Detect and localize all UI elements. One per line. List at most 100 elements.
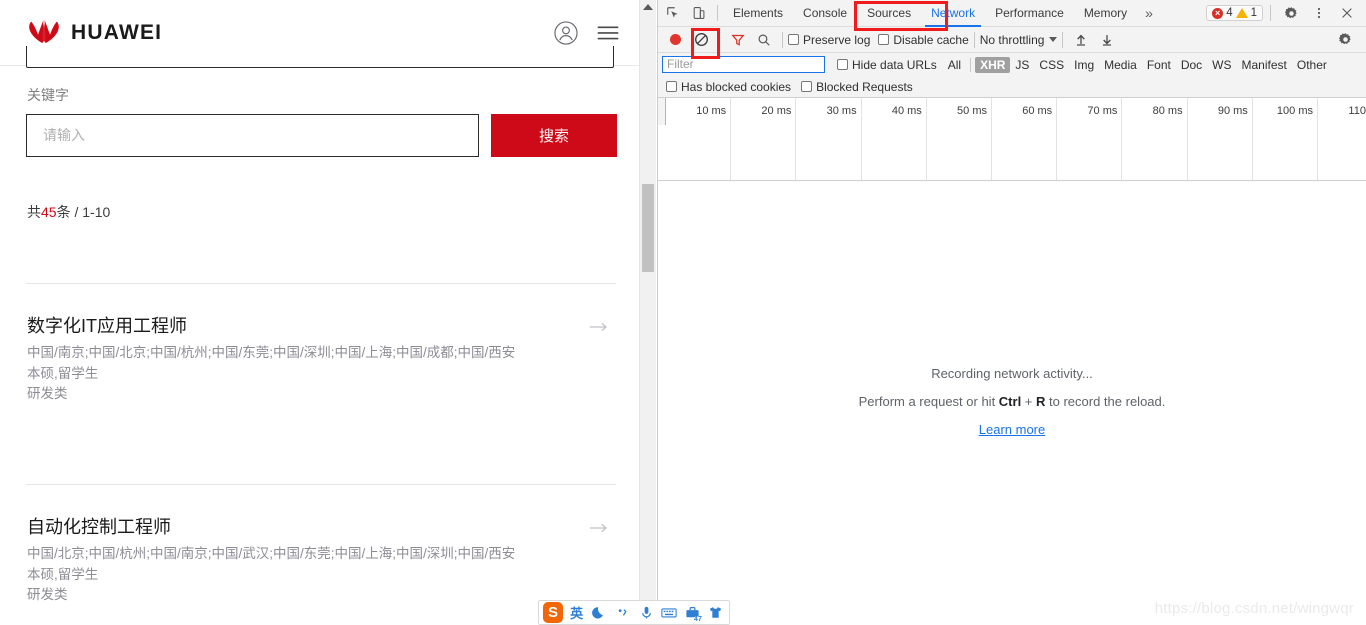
page-scrollbar[interactable] (639, 0, 656, 625)
job-title: 数字化IT应用工程师 (27, 316, 187, 336)
timeline-gridline (1186, 98, 1188, 180)
kebab-menu-icon[interactable] (1306, 1, 1332, 26)
timeline-left-handle[interactable] (658, 98, 666, 125)
filter-type-all[interactable]: All (943, 57, 966, 73)
error-icon: × (1212, 7, 1224, 19)
checkbox-box (666, 81, 677, 92)
throttling-dropdown[interactable]: No throttling (980, 33, 1058, 47)
disable-cache-checkbox[interactable]: Disable cache (878, 32, 969, 47)
inspect-element-icon[interactable] (660, 1, 686, 26)
filter-input[interactable]: Filter (662, 56, 825, 73)
toolbox-icon[interactable]: 47 (683, 603, 703, 624)
timeline-gridline (1121, 98, 1123, 180)
filter-type-img[interactable]: Img (1069, 57, 1099, 73)
job-locations: 中国/北京;中国/杭州;中国/南京;中国/武汉;中国/东莞;中国/上海;中国/深… (27, 546, 516, 561)
error-warning-chip[interactable]: × 4 1 (1206, 5, 1263, 21)
skin-icon[interactable] (706, 603, 725, 623)
sogou-logo-icon[interactable]: S (543, 602, 564, 623)
timeline-gridline (925, 98, 927, 180)
tab-performance[interactable]: Performance (985, 0, 1074, 27)
tab-elements[interactable]: Elements (723, 0, 793, 27)
learn-more-link[interactable]: Learn more (979, 422, 1045, 437)
tab-memory[interactable]: Memory (1074, 0, 1137, 27)
import-har-button[interactable] (1068, 27, 1094, 52)
job-locations: 中国/南京;中国/北京;中国/杭州;中国/东莞;中国/深圳;中国/上海;中国/成… (27, 345, 516, 360)
shortcut-key-ctrl: Ctrl (998, 394, 1022, 409)
filter-type-doc[interactable]: Doc (1176, 57, 1207, 73)
result-count-total: 45 (41, 204, 57, 220)
export-har-button[interactable] (1094, 27, 1120, 52)
network-filter-bar: Filter Hide data URLs All XHR JS CSS Img… (658, 53, 1366, 76)
arrow-right-icon[interactable] (589, 321, 609, 333)
filter-type-ws[interactable]: WS (1207, 57, 1236, 73)
has-blocked-cookies-checkbox[interactable]: Has blocked cookies (666, 80, 791, 94)
scroll-up-arrow-icon[interactable] (643, 4, 653, 10)
timeline-tick-label: 70 ms (1087, 105, 1118, 117)
blocked-requests-checkbox[interactable]: Blocked Requests (801, 80, 913, 94)
filter-button[interactable] (725, 27, 751, 52)
filter-type-js[interactable]: JS (1010, 57, 1034, 73)
header-icon-group (553, 20, 621, 46)
filter-type-other[interactable]: Other (1292, 57, 1332, 73)
job-card[interactable]: 自动化控制工程师 中国/北京;中国/杭州;中国/南京;中国/武汉;中国/东莞;中… (27, 514, 617, 606)
timeline-tick-label: 90 ms (1217, 105, 1248, 117)
more-tabs-icon[interactable]: » (1137, 5, 1161, 21)
filter-type-manifest[interactable]: Manifest (1237, 57, 1292, 73)
hide-data-urls-checkbox[interactable]: Hide data URLs (837, 58, 937, 72)
hamburger-menu-icon[interactable] (595, 20, 621, 46)
webpage-viewport: HUAWEI 关键字 请输入 搜索 共45条 / 1-10 数字化IT应用工程师… (0, 0, 643, 625)
search-button[interactable] (751, 27, 777, 52)
account-icon[interactable] (553, 20, 579, 46)
close-icon[interactable] (1334, 1, 1360, 26)
record-button[interactable] (662, 27, 688, 52)
search-button[interactable]: 搜索 (491, 114, 617, 157)
network-overview-timeline[interactable]: 10 ms 20 ms 30 ms 40 ms 50 ms 60 ms 70 ms 80 ms… (658, 98, 1366, 181)
filter-type-xhr[interactable]: XHR (975, 56, 1011, 73)
devtools-panel: Elements Console Sources Network Perform… (657, 0, 1366, 625)
job-card[interactable]: 数字化IT应用工程师 中国/南京;中国/北京;中国/杭州;中国/东莞;中国/深圳… (27, 313, 617, 405)
screenshot-root: HUAWEI 关键字 请输入 搜索 共45条 / 1-10 数字化IT应用工程师… (0, 0, 1366, 625)
devtools-tabbar: Elements Console Sources Network Perform… (658, 0, 1366, 27)
arrow-right-icon[interactable] (589, 522, 609, 534)
checkbox-box (878, 34, 890, 45)
filter-type-media[interactable]: Media (1099, 57, 1142, 73)
warning-count: 1 (1250, 7, 1257, 19)
huawei-flower-icon (29, 20, 59, 43)
hide-data-urls-label: Hide data URLs (852, 57, 937, 72)
network-settings-gear-icon[interactable] (1332, 27, 1358, 52)
job-education: 本硕,留学生 (27, 566, 99, 582)
huawei-logo[interactable]: HUAWEI (27, 18, 162, 48)
tab-console[interactable]: Console (793, 0, 857, 27)
comma-icon[interactable] (613, 603, 632, 623)
chevron-down-icon (1049, 37, 1058, 42)
microphone-icon[interactable] (636, 603, 655, 623)
gear-icon[interactable] (1278, 1, 1304, 26)
moon-icon[interactable] (590, 603, 609, 623)
filter-type-css[interactable]: CSS (1034, 57, 1069, 73)
shortcut-plus: + (1021, 394, 1037, 409)
preserve-log-label: Preserve log (803, 32, 871, 47)
disable-cache-label: Disable cache (893, 32, 969, 47)
timeline-tick-label: 20 ms (761, 105, 792, 117)
network-toolbar: Preserve log Disable cache No throttling (658, 27, 1366, 53)
scrollbar-thumb[interactable] (642, 184, 654, 272)
job-category: 研发类 (27, 587, 68, 602)
warning-icon (1235, 8, 1248, 18)
device-toolbar-icon[interactable] (686, 1, 712, 26)
result-count: 共45条 / 1-10 (27, 202, 110, 222)
tab-sources[interactable]: Sources (857, 0, 921, 27)
timeline-gridline (795, 98, 797, 180)
clear-button[interactable] (688, 27, 714, 52)
keyboard-icon[interactable] (660, 603, 679, 623)
learn-more-wrap: Learn more (658, 416, 1366, 444)
tab-network[interactable]: Network (921, 0, 985, 27)
timeline-tick-label: 10 ms (696, 105, 727, 117)
timeline-gridline (991, 98, 992, 180)
funnel-icon (731, 34, 745, 46)
keyword-input[interactable]: 请输入 (26, 114, 479, 157)
ime-language-toggle[interactable]: 英 (567, 603, 586, 623)
empty-state-line-2: Perform a request or hit Ctrl + R to rec… (658, 388, 1366, 416)
previous-filter-input-partial[interactable] (26, 46, 614, 68)
preserve-log-checkbox[interactable]: Preserve log (788, 33, 870, 47)
filter-type-font[interactable]: Font (1142, 57, 1176, 73)
